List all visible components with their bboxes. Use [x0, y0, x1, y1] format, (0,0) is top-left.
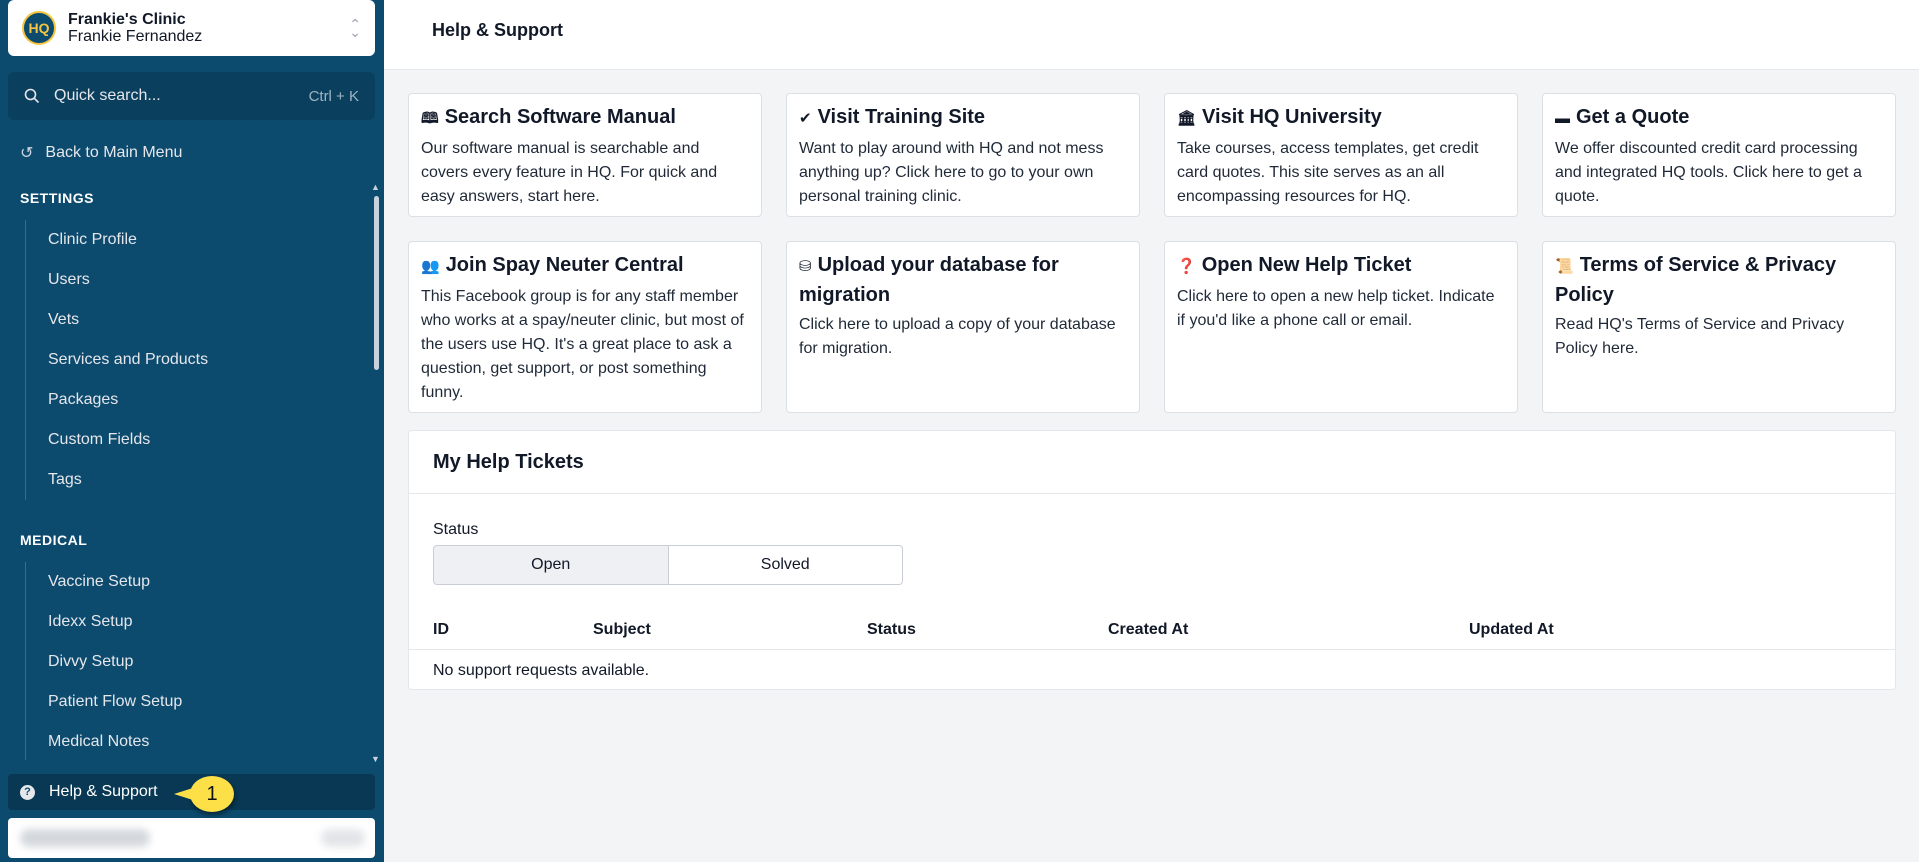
book-icon: 🕮 [421, 110, 439, 127]
help-support-label: Help & Support [49, 783, 158, 800]
card-join-spay-neuter-central[interactable]: 👥 Join Spay Neuter Central This Facebook … [408, 241, 762, 413]
sidebar-item-users[interactable]: Users [26, 260, 346, 300]
sidebar-item-custom-fields[interactable]: Custom Fields [26, 420, 346, 460]
back-to-main-menu-label: Back to Main Menu [45, 144, 183, 161]
nav-group-settings: Clinic Profile Users Vets Services and P… [25, 220, 346, 500]
card-title: Upload your database for migration [799, 254, 1059, 306]
question-circle-icon: ❓ [1177, 258, 1196, 275]
sidebar-item-medical-notes[interactable]: Medical Notes [26, 722, 346, 760]
check-icon: ✔ [799, 110, 812, 127]
sidebar-item-vaccine-setup[interactable]: Vaccine Setup [26, 562, 346, 602]
sidebar-item-services-and-products[interactable]: Services and Products [26, 340, 346, 380]
callout-marker-1: 1 [174, 776, 234, 812]
card-body: Click here to open a new help ticket. In… [1177, 288, 1495, 329]
filter-solved-button[interactable]: Solved [668, 545, 903, 585]
quick-search-label: Quick search... [54, 87, 161, 104]
card-title: Get a Quote [1576, 106, 1690, 128]
card-body: Read HQ's Terms of Service and Privacy P… [1555, 316, 1845, 357]
sidebar-item-packages[interactable]: Packages [26, 380, 346, 420]
card-visit-training-site[interactable]: ✔ Visit Training Site Want to play around… [786, 93, 1140, 217]
card-title: Visit HQ University [1202, 106, 1382, 128]
clinic-switcher[interactable]: HQ Frankie's Clinic Frankie Fernandez ⌃ ⌄ [8, 0, 375, 56]
credit-card-icon: ▬ [1555, 110, 1570, 127]
sidebar-item-idexx-setup[interactable]: Idexx Setup [26, 602, 346, 642]
redacted-user-info [20, 829, 150, 847]
card-title: Open New Help Ticket [1201, 254, 1412, 276]
card-title: Join Spay Neuter Central [445, 254, 684, 276]
column-header-updated-at[interactable]: Updated At [1469, 621, 1554, 639]
column-header-subject[interactable]: Subject [593, 621, 651, 639]
clinic-logo: HQ [22, 11, 56, 45]
users-icon: 👥 [421, 258, 440, 275]
status-filter-label: Status [433, 521, 479, 538]
nav-group-medical: Vaccine Setup Idexx Setup Divvy Setup Pa… [25, 562, 346, 760]
card-terms-privacy[interactable]: 📜 Terms of Service & Privacy Policy Read … [1542, 241, 1896, 413]
card-body: Take courses, access templates, get cred… [1177, 140, 1479, 205]
undo-icon: ↺ [20, 145, 34, 162]
status-filter-toggle: Open Solved [433, 545, 903, 585]
clinic-name: Frankie's Clinic [68, 11, 186, 28]
chevron-up-down-icon: ⌃ ⌄ [349, 16, 361, 40]
sidebar-item-patient-flow-setup[interactable]: Patient Flow Setup [26, 682, 346, 722]
card-body: Click here to upload a copy of your data… [799, 316, 1116, 357]
empty-tickets-message: No support requests available. [433, 662, 650, 679]
sidebar-nav: SETTINGS Clinic Profile Users Vets Servi… [0, 180, 384, 760]
column-header-created-at[interactable]: Created At [1108, 621, 1188, 639]
section-title-settings: SETTINGS [20, 190, 95, 206]
user-menu[interactable] [8, 818, 375, 858]
table-header-divider [409, 649, 1895, 650]
back-to-main-menu-link[interactable]: ↺ Back to Main Menu [20, 143, 182, 163]
help-tickets-title: My Help Tickets [409, 431, 1895, 494]
card-body: This Facebook group is for any staff mem… [421, 288, 744, 401]
quick-search[interactable]: Quick search... Ctrl + K [8, 72, 375, 120]
sidebar-item-divvy-setup[interactable]: Divvy Setup [26, 642, 346, 682]
card-visit-hq-university[interactable]: 🏛 Visit HQ University Take courses, acces… [1164, 93, 1518, 217]
redacted-user-extra [321, 829, 365, 847]
card-body: Want to play around with HQ and not mess… [799, 140, 1104, 205]
filter-open-button[interactable]: Open [433, 545, 669, 585]
sidebar-item-tags[interactable]: Tags [26, 460, 346, 500]
sidebar: HQ Frankie's Clinic Frankie Fernandez ⌃ ⌄… [0, 0, 384, 862]
page-title: Help & Support [432, 20, 563, 40]
scroll-up-arrow-icon[interactable]: ▲ [371, 182, 380, 192]
card-body: Our software manual is searchable and co… [421, 140, 718, 205]
sidebar-scrollbar-thumb[interactable] [374, 196, 379, 370]
card-title: Visit Training Site [817, 106, 986, 128]
sidebar-item-vets[interactable]: Vets [26, 300, 346, 340]
column-header-id[interactable]: ID [433, 621, 449, 639]
sidebar-item-clinic-profile[interactable]: Clinic Profile [26, 220, 346, 260]
database-icon: ⛁ [799, 258, 812, 275]
scroll-down-arrow-icon[interactable]: ▼ [371, 754, 380, 764]
card-title: Terms of Service & Privacy Policy [1555, 254, 1837, 306]
topbar: Help & Support [384, 0, 1919, 70]
help-tickets-panel: My Help Tickets Status Open Solved ID Su… [408, 430, 1896, 690]
section-title-medical: MEDICAL [20, 532, 88, 548]
card-title: Search Software Manual [444, 106, 676, 128]
question-circle-icon: ? [20, 784, 35, 800]
card-get-a-quote[interactable]: ▬ Get a Quote We offer discounted credit … [1542, 93, 1896, 217]
search-icon [24, 88, 40, 104]
card-upload-database[interactable]: ⛁ Upload your database for migration Clic… [786, 241, 1140, 413]
column-header-status[interactable]: Status [867, 621, 916, 639]
card-body: We offer discounted credit card processi… [1555, 140, 1862, 205]
card-search-software-manual[interactable]: 🕮 Search Software Manual Our software man… [408, 93, 762, 217]
clinic-user-name: Frankie Fernandez [68, 28, 203, 45]
document-icon: 📜 [1555, 258, 1574, 275]
card-open-new-help-ticket[interactable]: ❓ Open New Help Ticket Click here to open… [1164, 241, 1518, 413]
quick-search-shortcut: Ctrl + K [308, 87, 359, 105]
university-icon: 🏛 [1177, 110, 1197, 127]
